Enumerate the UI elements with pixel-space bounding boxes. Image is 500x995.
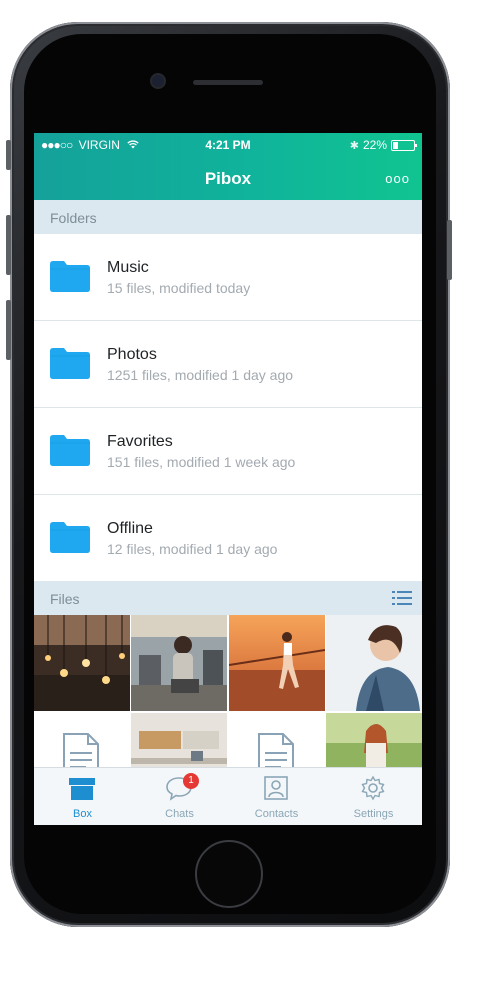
folder-icon <box>50 261 90 292</box>
tab-label: Chats <box>165 808 194 820</box>
file-thumbnail-cafe[interactable] <box>131 615 227 711</box>
photo-image <box>326 615 422 711</box>
folder-icon <box>50 435 90 466</box>
folder-meta: 151 files, modified 1 week ago <box>107 454 296 470</box>
folder-name: Music <box>107 259 149 276</box>
file-thumbnail-woman[interactable] <box>326 615 422 711</box>
folder-meta: 12 files, modified 1 day ago <box>107 541 278 557</box>
earpiece-speaker <box>193 80 263 85</box>
folder-row-favorites[interactable]: Favorites 151 files, modified 1 week ago <box>34 408 422 495</box>
list-view-icon[interactable] <box>392 590 412 606</box>
file-thumbnail-runner[interactable] <box>229 615 325 711</box>
status-bar: ●●●○○ VIRGIN 4:21 PM ✱ 22% <box>34 133 422 155</box>
tab-label: Box <box>73 808 92 820</box>
chat-badge: 1 <box>183 773 199 789</box>
tab-label: Settings <box>353 808 394 820</box>
front-camera <box>152 75 164 87</box>
folder-name: Photos <box>107 346 157 363</box>
folder-name: Offline <box>107 520 153 537</box>
gear-icon <box>361 775 385 801</box>
photo-image <box>34 615 130 711</box>
navigation-bar: ●●●○○ VIRGIN 4:21 PM ✱ 22% Pibox ooo <box>34 133 422 200</box>
volume-down-button <box>6 300 11 360</box>
home-button[interactable] <box>195 840 263 908</box>
folder-meta: 1251 files, modified 1 day ago <box>107 367 294 383</box>
volume-up-button <box>6 215 11 275</box>
mute-switch <box>6 140 11 170</box>
folder-row-photos[interactable]: Photos 1251 files, modified 1 day ago <box>34 321 422 408</box>
files-section-title: Files <box>50 591 80 607</box>
box-icon <box>69 778 95 800</box>
folder-row-offline[interactable]: Offline 12 files, modified 1 day ago <box>34 495 422 582</box>
contact-icon <box>264 776 288 800</box>
app-screen: ●●●○○ VIRGIN 4:21 PM ✱ 22% Pibox ooo Fol… <box>34 133 422 825</box>
file-thumbnail-lights[interactable] <box>34 615 130 711</box>
tab-bar: Box 1 Chats Contacts Settings <box>34 767 422 825</box>
page-title: Pibox <box>204 169 252 188</box>
status-right: ✱ 22% <box>349 138 417 152</box>
folder-name: Favorites <box>107 433 173 450</box>
tab-label: Contacts <box>254 808 299 820</box>
folders-section-title: Folders <box>50 210 97 226</box>
folder-icon <box>50 348 90 379</box>
photo-image <box>229 615 325 711</box>
more-options-button[interactable]: ooo <box>385 171 410 186</box>
files-section-header: Files <box>34 581 422 615</box>
folders-section-header: Folders <box>34 200 422 234</box>
folder-meta: 15 files, modified today <box>107 280 251 296</box>
tab-settings[interactable]: Settings <box>325 768 422 825</box>
tab-chats[interactable]: 1 Chats <box>131 768 228 825</box>
power-button <box>447 220 452 280</box>
tab-contacts[interactable]: Contacts <box>228 768 325 825</box>
folder-icon <box>50 522 90 553</box>
battery-percent: 22% <box>362 138 387 152</box>
folder-row-music[interactable]: Music 15 files, modified today <box>34 234 422 321</box>
bluetooth-icon: ✱ <box>349 139 359 152</box>
photo-image <box>131 615 227 711</box>
files-grid <box>34 615 422 809</box>
tab-box[interactable]: Box <box>34 768 131 825</box>
battery-icon <box>391 139 417 151</box>
